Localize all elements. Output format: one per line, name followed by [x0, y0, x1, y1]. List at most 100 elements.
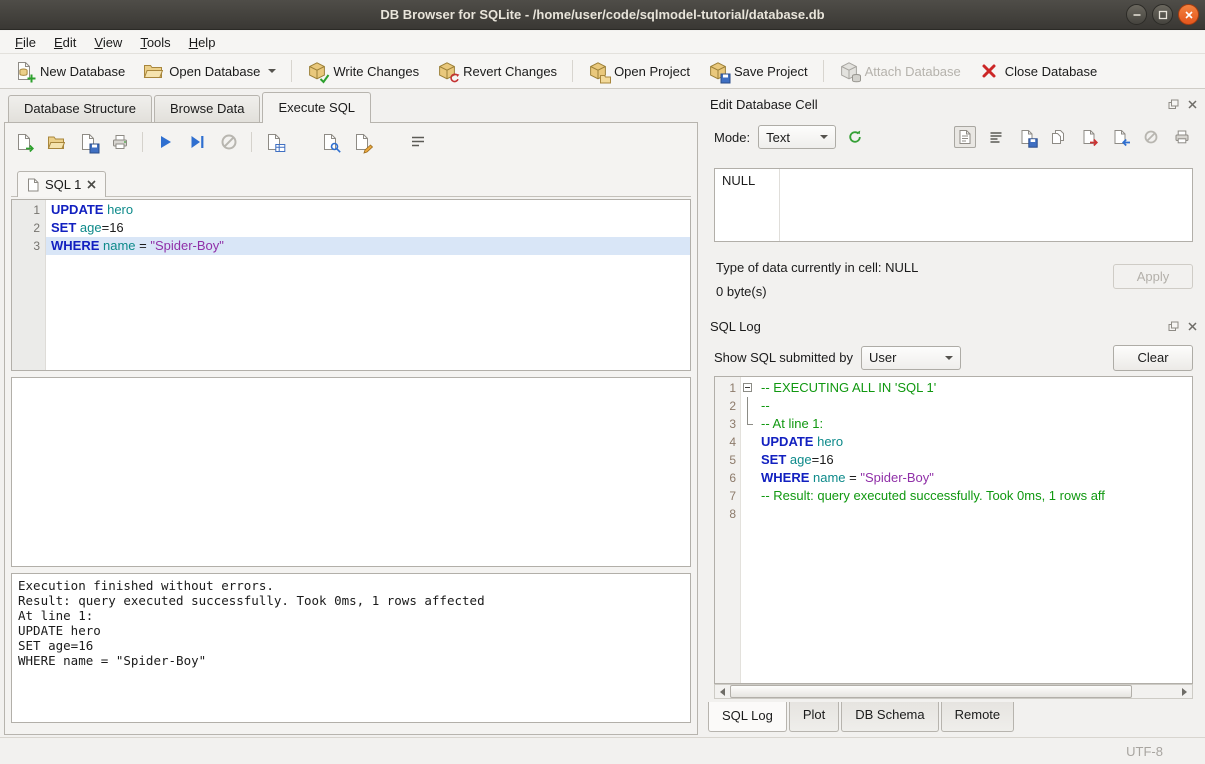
sql-log-view[interactable]: 1 2 3 4 5 6 7 8 -- EXECUTING ALL IN 'SQL…: [714, 376, 1193, 684]
apply-button: Apply: [1113, 264, 1193, 289]
open-database-button[interactable]: Open Database: [135, 57, 284, 85]
dock-tab-db-schema-label: DB Schema: [855, 707, 924, 722]
save-cell-button[interactable]: [1016, 126, 1038, 148]
scroll-left-icon[interactable]: [715, 685, 730, 698]
sql-log-header: SQL Log: [710, 316, 1199, 336]
menu-tools[interactable]: Tools: [131, 32, 179, 53]
menu-help[interactable]: Help: [180, 32, 225, 53]
toolbar-separator: [823, 60, 824, 82]
open-database-icon: [143, 61, 163, 81]
open-project-icon: [588, 61, 608, 81]
find-button[interactable]: [317, 130, 343, 154]
apply-format-button[interactable]: [844, 126, 866, 148]
fold-guide-end: [741, 415, 756, 433]
close-database-button[interactable]: Close Database: [971, 57, 1106, 85]
scrollbar-thumb[interactable]: [730, 685, 1132, 698]
chevron-down-icon: [820, 135, 828, 139]
token: name: [99, 238, 135, 253]
close-panel-icon[interactable]: [1186, 98, 1199, 111]
dock-tab-db-schema[interactable]: DB Schema: [841, 702, 938, 732]
export-cell-button[interactable]: [1109, 126, 1131, 148]
save-project-button[interactable]: Save Project: [700, 57, 816, 85]
text-mode-button[interactable]: [954, 126, 976, 148]
fold-marker[interactable]: [741, 379, 756, 397]
token: age: [786, 452, 811, 467]
main-toolbar: New Database Open Database Write Changes…: [0, 54, 1205, 89]
float-panel-icon[interactable]: [1167, 320, 1180, 333]
token: -- At line 1:: [761, 416, 823, 431]
menu-view[interactable]: View: [85, 32, 131, 53]
token: =: [136, 238, 151, 253]
cell-size-info: 0 byte(s): [716, 284, 767, 299]
sql1-tab-close-icon[interactable]: [87, 180, 96, 189]
copy-icon: [1050, 129, 1066, 145]
float-panel-icon[interactable]: [1167, 98, 1180, 111]
open-project-button[interactable]: Open Project: [580, 57, 698, 85]
revert-changes-button[interactable]: Revert Changes: [429, 57, 565, 85]
line-number: 3: [715, 415, 736, 433]
toolbar-separator: [572, 60, 573, 82]
tab-database-structure[interactable]: Database Structure: [8, 95, 152, 122]
scrollbar-track[interactable]: [730, 685, 1177, 698]
minimize-icon[interactable]: [1126, 4, 1147, 25]
new-sql-tab-button[interactable]: [11, 130, 37, 154]
dock-tab-remote[interactable]: Remote: [941, 702, 1015, 732]
word-wrap-cell-button[interactable]: [985, 126, 1007, 148]
attach-database-icon: [839, 61, 859, 81]
log-line: [756, 505, 1192, 523]
tab-execute-sql[interactable]: Execute SQL: [262, 92, 371, 123]
toolbar-separator: [291, 60, 292, 82]
tab-browse-data[interactable]: Browse Data: [154, 95, 260, 122]
word-wrap-button[interactable]: [405, 130, 431, 154]
clear-log-button[interactable]: Clear: [1113, 345, 1193, 371]
import-cell-button[interactable]: [1078, 126, 1100, 148]
print-cell-button[interactable]: [1171, 126, 1193, 148]
log-line: -- Result: query executed successfully. …: [756, 487, 1192, 505]
right-dock: Edit Database Cell Mode: Text: [706, 92, 1201, 737]
sql1-tab[interactable]: SQL 1: [17, 171, 106, 197]
print-sql-button[interactable]: [107, 130, 133, 154]
submitted-by-select[interactable]: User: [861, 346, 961, 370]
menu-file[interactable]: File: [6, 32, 45, 53]
token: UPDATE: [51, 202, 103, 217]
execute-all-button[interactable]: [152, 130, 178, 154]
cell-value-editor[interactable]: NULL: [714, 168, 1193, 242]
line-number: 2: [12, 219, 40, 237]
execute-line-button[interactable]: [184, 130, 210, 154]
line-number: 1: [715, 379, 736, 397]
token: hero: [813, 434, 843, 449]
replace-button[interactable]: [349, 130, 375, 154]
copy-cell-button[interactable]: [1047, 126, 1069, 148]
sql-editor[interactable]: 1 2 3 UPDATE hero SET age=16 WHERE name …: [11, 199, 691, 371]
scroll-right-icon[interactable]: [1177, 685, 1192, 698]
find-icon: [321, 133, 339, 151]
new-database-button[interactable]: New Database: [6, 57, 133, 85]
close-panel-icon[interactable]: [1186, 320, 1199, 333]
open-sql-file-button[interactable]: [43, 130, 69, 154]
mode-select[interactable]: Text: [758, 125, 836, 149]
token: -- Result: query executed successfully. …: [761, 488, 1105, 503]
window-title: DB Browser for SQLite - /home/user/code/…: [380, 7, 824, 22]
import-icon: [1081, 129, 1097, 145]
set-null-button: [1140, 126, 1162, 148]
write-changes-button[interactable]: Write Changes: [299, 57, 427, 85]
log-horizontal-scrollbar[interactable]: [714, 684, 1193, 699]
dock-tab-remote-label: Remote: [955, 707, 1001, 722]
clear-log-label: Clear: [1137, 350, 1168, 365]
open-sql-file-icon: [47, 133, 65, 151]
submitted-by-value: User: [869, 350, 896, 365]
dock-tab-plot[interactable]: Plot: [789, 702, 839, 732]
menu-edit[interactable]: Edit: [45, 32, 85, 53]
open-database-dropdown-icon[interactable]: [268, 69, 276, 73]
maximize-icon[interactable]: [1152, 4, 1173, 25]
close-window-icon[interactable]: [1178, 4, 1199, 25]
mode-value: Text: [766, 130, 790, 145]
execution-status-log: Execution finished without errors. Resul…: [11, 573, 691, 723]
export-results-button[interactable]: [261, 130, 287, 154]
dock-tab-sql-log[interactable]: SQL Log: [708, 702, 787, 732]
editor-gutter: 1 2 3: [12, 200, 46, 370]
log-line: --: [756, 397, 1192, 415]
save-sql-file-button[interactable]: [75, 130, 101, 154]
token: "Spider-Boy": [860, 470, 934, 485]
encoding-indicator[interactable]: UTF-8: [1126, 744, 1163, 759]
